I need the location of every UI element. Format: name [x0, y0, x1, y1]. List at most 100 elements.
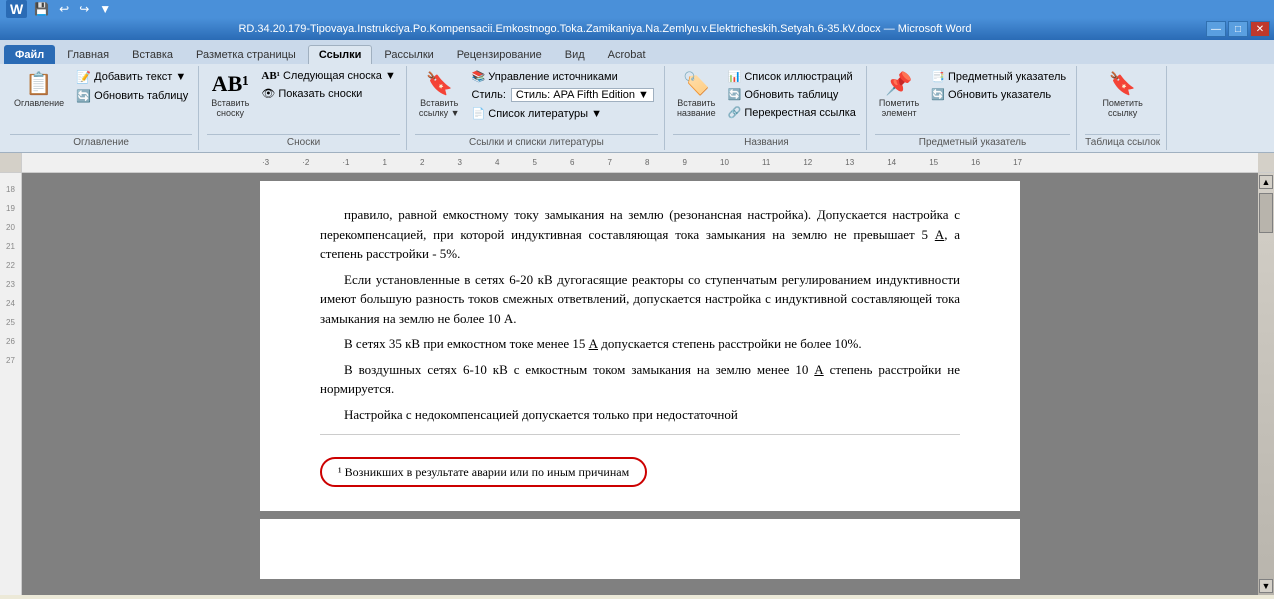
- document-page-1: правило, равной емкостному току замыкани…: [260, 181, 1020, 511]
- show-footnotes-button[interactable]: 👁 Показать сноски: [257, 85, 400, 102]
- tab-review[interactable]: Рецензирование: [446, 45, 553, 64]
- style-dropdown[interactable]: Стиль: Стиль: APA Fifth Edition ▼: [468, 86, 658, 104]
- mark-cite-icon: 🔖: [1109, 70, 1137, 98]
- save-button[interactable]: 💾: [31, 1, 52, 17]
- scroll-down-button[interactable]: ▼: [1259, 579, 1273, 593]
- footnotes-group-label: Сноски: [207, 134, 400, 148]
- index-col: 📑 Предметный указатель 🔄 Обновить указат…: [927, 68, 1070, 103]
- document-page-2: [260, 519, 1020, 579]
- group-table-of-authorities: 🔖 Пометитьссылку Таблица ссылок: [1079, 66, 1167, 150]
- group-toc: 📋 Оглавление 📝 Добавить текст ▼ 🔄 Обнови…: [4, 66, 199, 150]
- tof-icon: 📊: [728, 70, 742, 83]
- group-footnotes: AB¹ Вставитьсноску AB¹ Следующая сноска …: [201, 66, 407, 150]
- toa-group-label: Таблица ссылок: [1085, 134, 1160, 148]
- insert-caption-button[interactable]: 🏷️ Вставитьназвание: [673, 68, 720, 120]
- footnotes-items: AB¹ Вставитьсноску AB¹ Следующая сноска …: [207, 68, 400, 132]
- cross-reference-button[interactable]: 🔗 Перекрестная ссылка: [724, 104, 860, 121]
- toc-group-label: Оглавление: [10, 134, 192, 148]
- update-index-button[interactable]: 🔄 Обновить указатель: [927, 86, 1070, 103]
- toa-items: 🔖 Пометитьссылку: [1098, 68, 1146, 132]
- tab-acrobat[interactable]: Acrobat: [597, 45, 657, 64]
- vertical-ruler: 18 19 20 21 22 23 24 25 26 27: [0, 173, 22, 595]
- toc-icon: 📋: [25, 70, 53, 98]
- update-icon: 🔄: [76, 89, 91, 103]
- tab-references[interactable]: Ссылки: [308, 45, 373, 64]
- tab-view[interactable]: Вид: [554, 45, 596, 64]
- paragraph-2: Если установленные в сетях 6-20 кВ дугог…: [320, 270, 960, 329]
- index-items: 📌 Пометитьэлемент 📑 Предметный указатель…: [875, 68, 1070, 132]
- toc-col: 📝 Добавить текст ▼ 🔄 Обновить таблицу: [72, 68, 192, 105]
- paragraph-3: В сетях 35 кВ при емкостном токе менее 1…: [320, 334, 960, 354]
- manage-icon: 📚: [472, 70, 486, 83]
- add-text-icon: 📝: [76, 70, 91, 84]
- group-citations: 🔖 Вставитьссылку ▼ 📚 Управление источник…: [409, 66, 665, 150]
- tab-home[interactable]: Главная: [56, 45, 120, 64]
- insert-footnote-button[interactable]: AB¹ Вставитьсноску: [207, 68, 253, 120]
- captions-col: 📊 Список иллюстраций 🔄 Обновить таблицу …: [724, 68, 860, 121]
- group-captions: 🏷️ Вставитьназвание 📊 Список иллюстраций…: [667, 66, 867, 150]
- tab-file[interactable]: Файл: [4, 45, 55, 64]
- update-table-button[interactable]: 🔄 Обновить таблицу: [72, 87, 192, 105]
- footnote-icon: AB¹: [216, 70, 244, 98]
- scroll-thumb[interactable]: [1259, 193, 1273, 233]
- ribbon-content: 📋 Оглавление 📝 Добавить текст ▼ 🔄 Обнови…: [0, 64, 1274, 152]
- caption-label: Вставитьназвание: [677, 98, 716, 118]
- more-quick-access[interactable]: ▼: [96, 1, 114, 17]
- insert-citation-icon: 🔖: [425, 70, 453, 98]
- index-group-label: Предметный указатель: [875, 134, 1070, 148]
- citations-group-label: Ссылки и списки литературы: [415, 134, 658, 148]
- next-footnote-button[interactable]: AB¹ Следующая сноска ▼: [257, 68, 400, 84]
- paragraph-4: В воздушных сетях 6-10 кВ с емкостным то…: [320, 360, 960, 399]
- insert-footnote-label: Вставитьсноску: [211, 98, 249, 118]
- vertical-scrollbar[interactable]: ▲ ▼: [1258, 173, 1274, 595]
- ribbon-tabs: Файл Главная Вставка Разметка страницы С…: [0, 40, 1274, 64]
- add-text-button[interactable]: 📝 Добавить текст ▼: [72, 68, 192, 86]
- tab-insert[interactable]: Вставка: [121, 45, 184, 64]
- show-fn-icon: 👁: [261, 87, 275, 100]
- mark-entry-icon: 📌: [885, 70, 913, 98]
- toc-label: Оглавление: [14, 98, 64, 108]
- footnotes-col: AB¹ Следующая сноска ▼ 👁 Показать сноски: [257, 68, 400, 102]
- index-icon: 📑: [931, 70, 945, 83]
- tab-page-layout[interactable]: Разметка страницы: [185, 45, 307, 64]
- minimize-button[interactable]: —: [1206, 21, 1226, 37]
- index-button[interactable]: 📑 Предметный указатель: [927, 68, 1070, 85]
- title-bar: RD.34.20.179-Tipovaya.Instrukciya.Po.Kom…: [0, 18, 1274, 40]
- captions-items: 🏷️ Вставитьназвание 📊 Список иллюстраций…: [673, 68, 860, 132]
- group-index: 📌 Пометитьэлемент 📑 Предметный указатель…: [869, 66, 1077, 150]
- footnote-box: ¹ Возникших в результате аварии или по и…: [320, 457, 647, 487]
- upd-idx-icon: 🔄: [931, 88, 945, 101]
- upd-fig-icon: 🔄: [728, 88, 742, 101]
- main-area: 18 19 20 21 22 23 24 25 26 27 правило, р…: [0, 173, 1274, 595]
- maximize-button[interactable]: □: [1228, 21, 1248, 37]
- toc-items: 📋 Оглавление 📝 Добавить текст ▼ 🔄 Обнови…: [10, 68, 192, 132]
- ribbon: Файл Главная Вставка Разметка страницы С…: [0, 40, 1274, 153]
- footnote-text: ¹ Возникших в результате аварии или по и…: [338, 465, 629, 479]
- update-figures-button[interactable]: 🔄 Обновить таблицу: [724, 86, 860, 103]
- title-bar-controls: — □ ✕: [1206, 21, 1270, 37]
- table-of-figures-button[interactable]: 📊 Список иллюстраций: [724, 68, 860, 85]
- style-value[interactable]: Стиль: APA Fifth Edition ▼: [511, 88, 654, 102]
- paragraph-5: Настройка с недокомпенсацией допускается…: [320, 405, 960, 425]
- manage-sources-button[interactable]: 📚 Управление источниками: [468, 68, 658, 85]
- next-fn-icon: AB¹: [261, 70, 280, 82]
- bibliography-button[interactable]: 📄 Список литературы ▼: [468, 105, 658, 122]
- horizontal-ruler: ·3·2·1 123 456 789 101112 131415 1617: [0, 153, 1274, 173]
- insert-citation-button[interactable]: 🔖 Вставитьссылку ▼: [415, 68, 464, 120]
- close-button[interactable]: ✕: [1250, 21, 1270, 37]
- bib-icon: 📄: [472, 107, 486, 120]
- content-area[interactable]: правило, равной емкостному току замыкани…: [22, 173, 1258, 595]
- tab-mailings[interactable]: Рассылки: [373, 45, 444, 64]
- mark-cite-label: Пометитьссылку: [1102, 98, 1142, 118]
- toc-button[interactable]: 📋 Оглавление: [10, 68, 68, 110]
- mark-entry-label: Пометитьэлемент: [879, 98, 919, 118]
- insert-citation-label: Вставитьссылку ▼: [419, 98, 460, 118]
- captions-group-label: Названия: [673, 134, 860, 148]
- redo-button[interactable]: ↪: [76, 1, 92, 17]
- mark-citation-button[interactable]: 🔖 Пометитьссылку: [1098, 68, 1146, 120]
- xref-icon: 🔗: [728, 106, 742, 119]
- caption-icon: 🏷️: [682, 70, 710, 98]
- scroll-up-button[interactable]: ▲: [1259, 175, 1273, 189]
- undo-button[interactable]: ↩: [56, 1, 72, 17]
- mark-entry-button[interactable]: 📌 Пометитьэлемент: [875, 68, 923, 120]
